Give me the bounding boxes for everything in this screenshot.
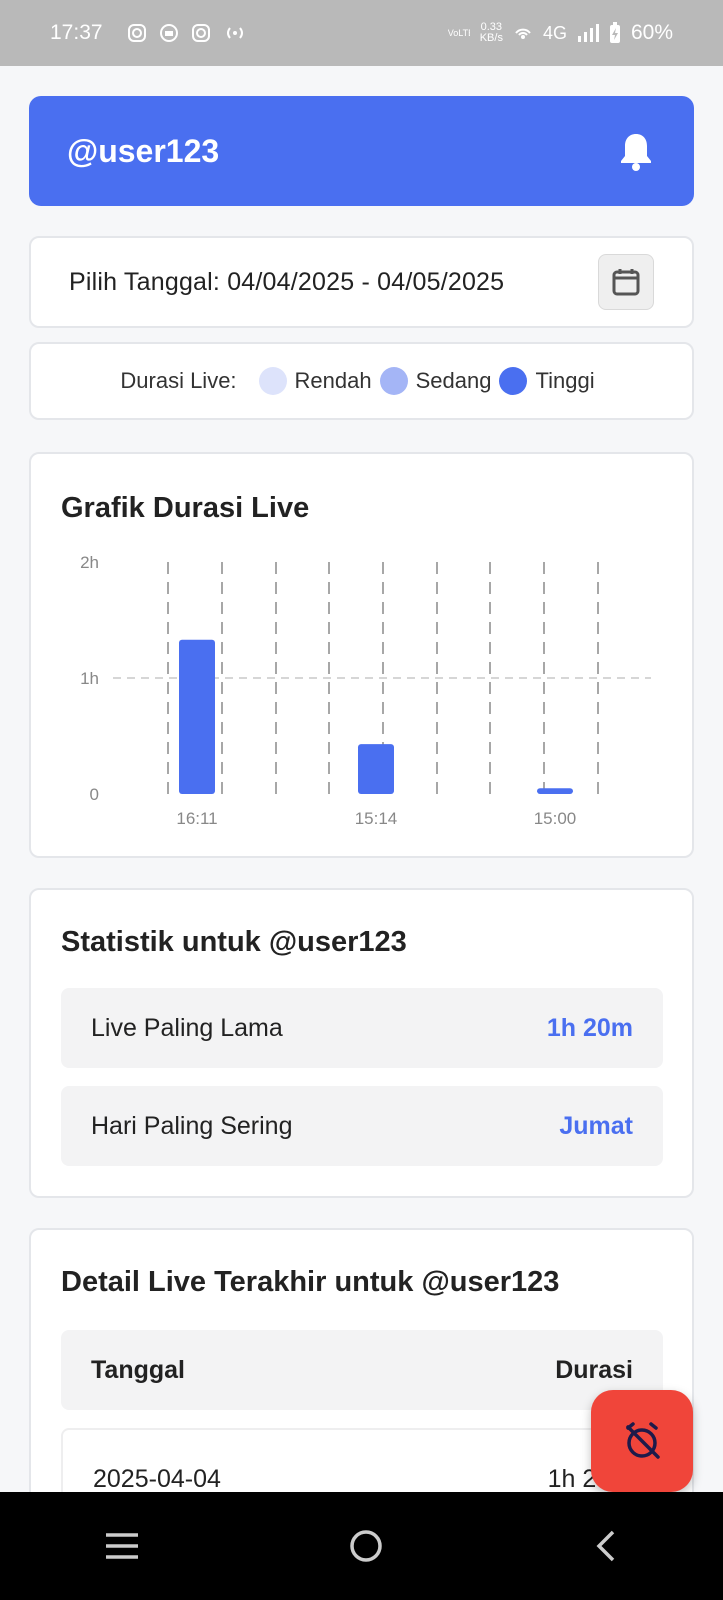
volte-indicator: VoLTE	[447, 27, 470, 38]
instagram-icon	[127, 24, 146, 42]
duration-chart-card: 0 1h 2h 16:11 15:14 15:00 Grafik Durasi Live	[29, 452, 694, 858]
table-header: Tanggal Durasi	[61, 1330, 663, 1410]
legend-title: Durasi Live:	[120, 368, 237, 393]
battery-level: 60%	[630, 21, 673, 44]
x-tick-label: 16:11	[176, 809, 217, 828]
legend-dot-high	[499, 367, 528, 395]
menu-icon[interactable]	[104, 1531, 140, 1561]
legend-item-low: Rendah	[258, 367, 372, 395]
home-icon[interactable]	[348, 1528, 384, 1564]
legend-dot-medium	[379, 367, 408, 395]
back-icon[interactable]	[593, 1528, 619, 1564]
alarm-off-fab[interactable]	[591, 1390, 693, 1492]
signal-icon	[577, 24, 599, 42]
chart-bar	[537, 788, 573, 794]
stats-title: Statistik untuk @user123	[61, 926, 407, 958]
network-type: 4G	[542, 22, 567, 43]
net-speed-unit: KB/s	[479, 32, 503, 44]
header-username: @user123	[67, 132, 220, 169]
calendar-icon	[612, 269, 640, 296]
battery-charging-icon	[609, 22, 620, 43]
stat-value: 1h 20m	[546, 1013, 633, 1042]
x-tick-label: 15:00	[534, 809, 577, 828]
date-filter-card[interactable]: Pilih Tanggal: 04/04/2025 - 04/05/2025	[29, 236, 694, 328]
legend-item-medium: Sedang	[379, 367, 492, 395]
stat-row-most-frequent-day: Hari Paling Sering Jumat	[61, 1086, 663, 1166]
column-header-duration: Durasi	[555, 1355, 633, 1384]
row-date: 2025-04-04	[93, 1464, 221, 1493]
stat-label: Live Paling Lama	[91, 1013, 283, 1042]
legend-label-high: Tinggi	[535, 368, 595, 393]
column-header-date: Tanggal	[91, 1355, 185, 1384]
statistics-card: Statistik untuk @user123 Live Paling Lam…	[29, 888, 694, 1198]
system-navigation-bar	[0, 1492, 723, 1600]
chart-bar	[179, 639, 215, 794]
y-tick-label: 1h	[80, 669, 99, 688]
hotspot-icon	[226, 27, 243, 39]
x-tick-label: 15:14	[355, 809, 398, 828]
alarm-off-icon	[626, 1422, 660, 1459]
status-right: VoLTE 0.33 KB/s 4G 60%	[448, 21, 673, 45]
net-speed: 0.33 KB/s	[480, 22, 503, 44]
legend-label-low: Rendah	[294, 368, 372, 393]
legend-label-medium: Sedang	[415, 368, 492, 393]
bell-icon[interactable]	[618, 131, 654, 171]
legend-dot-low	[258, 367, 287, 395]
y-tick-label: 2h	[80, 553, 99, 572]
y-tick-label: 0	[90, 785, 99, 804]
wifi-icon	[515, 28, 531, 39]
status-bar: 17:37 VoLTE 0.33 KB/s 4G 60%	[0, 0, 723, 66]
app-header: @user123	[29, 96, 694, 206]
stat-label: Hari Paling Sering	[91, 1111, 293, 1140]
main-content: @user123 Pilih Tanggal: 04/04/2025 - 04/…	[0, 66, 723, 1492]
table-row[interactable]: 2025-04-04 1h 20m	[61, 1428, 663, 1492]
duration-legend: Durasi Live: Rendah Sedang Tinggi	[29, 342, 694, 420]
instagram-icon	[191, 24, 210, 42]
status-time: 17:37	[50, 21, 103, 44]
chart-title: Grafik Durasi Live	[61, 492, 310, 524]
legend-item-high: Tinggi	[499, 367, 595, 395]
chart-bar	[358, 744, 394, 794]
calendar-button[interactable]	[598, 254, 654, 310]
detail-title: Detail Live Terakhir untuk @user123	[61, 1266, 560, 1298]
notification-icons	[127, 23, 247, 43]
app-icon	[159, 24, 178, 42]
date-range-label: Pilih Tanggal: 04/04/2025 - 04/05/2025	[69, 267, 505, 296]
stat-value: Jumat	[559, 1111, 633, 1140]
stat-row-longest-live: Live Paling Lama 1h 20m	[61, 988, 663, 1068]
